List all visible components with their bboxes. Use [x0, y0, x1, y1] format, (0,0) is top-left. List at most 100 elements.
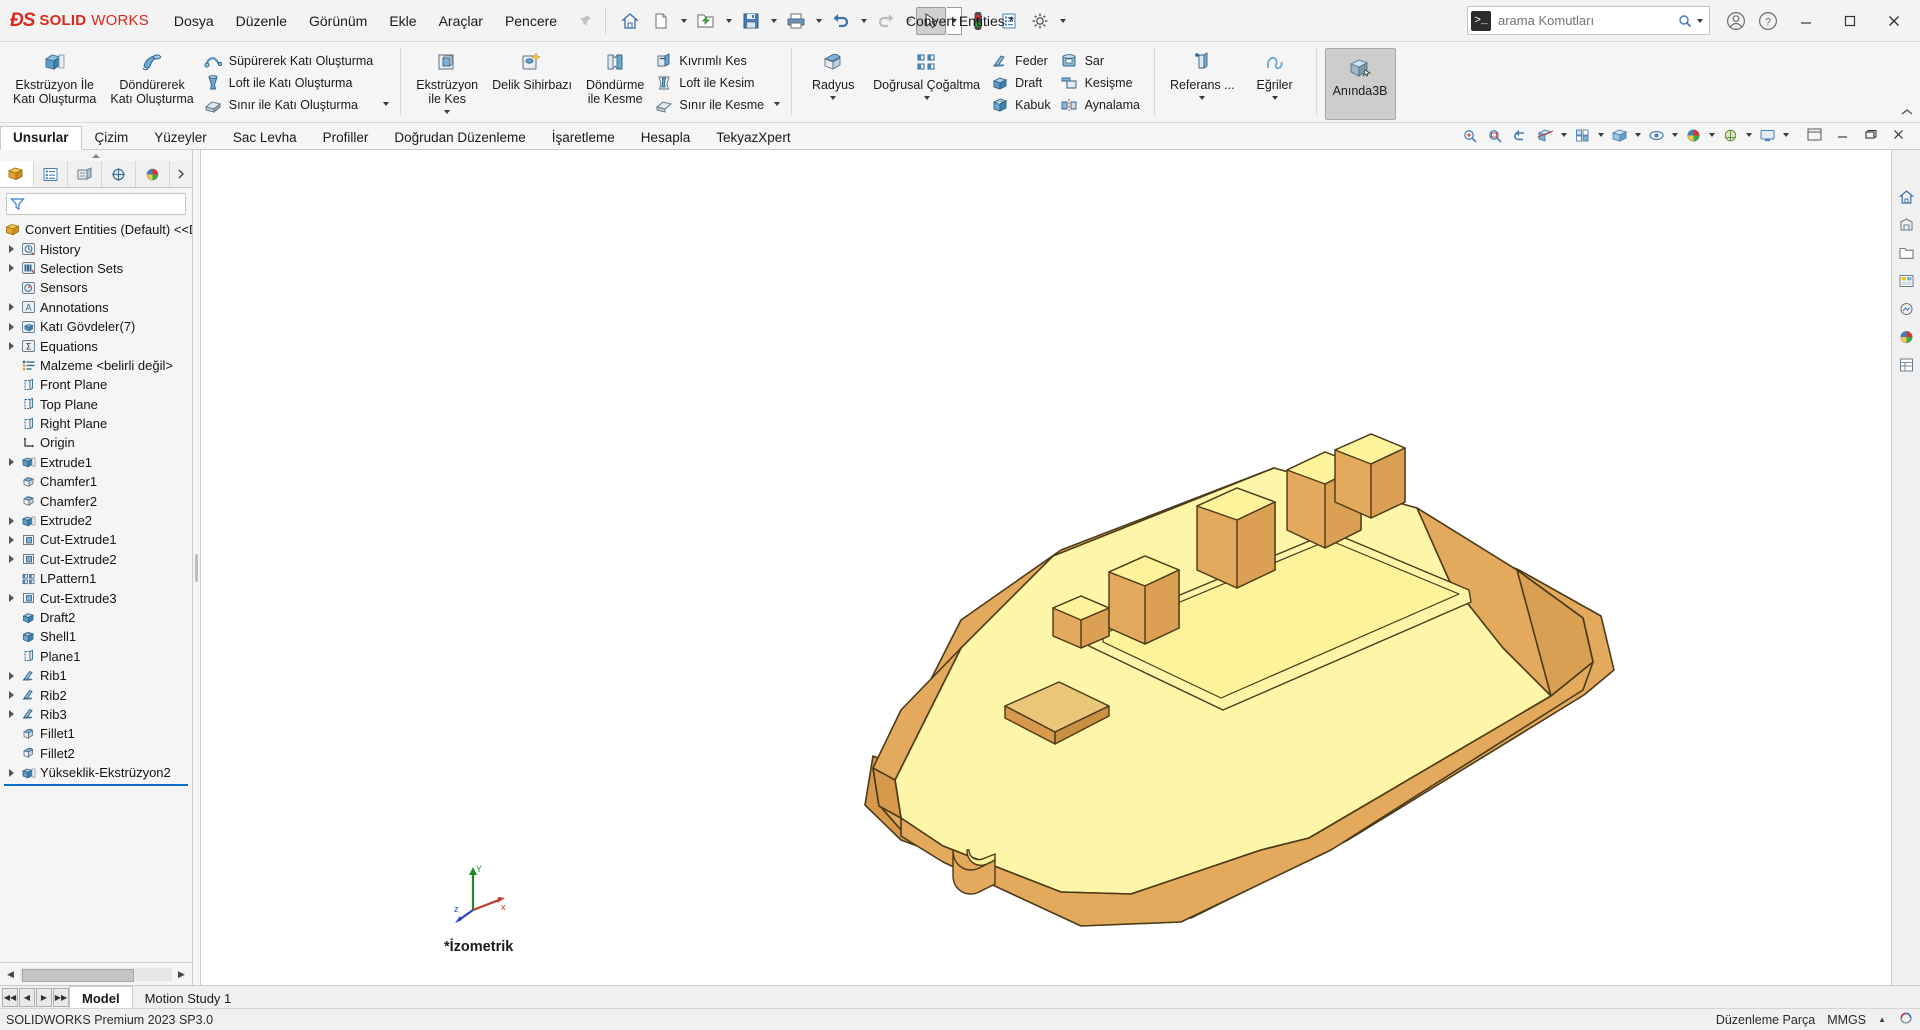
bottom-tab-motion-study[interactable]: Motion Study 1	[133, 986, 244, 1008]
tree-item-cut-extrude3[interactable]: Cut-Extrude3	[2, 588, 192, 607]
revolved-boss-button[interactable]: Döndürerek Katı Oluşturma	[103, 46, 200, 106]
open-folder-chevron-down-icon[interactable]	[722, 7, 735, 35]
feature-tree-filter[interactable]	[6, 193, 186, 215]
expand-arrow-icon[interactable]	[4, 706, 19, 722]
tree-item-history[interactable]: History	[2, 239, 192, 258]
tree-item-plane1[interactable]: Plane1	[2, 647, 192, 666]
new-document-chevron-down-icon[interactable]	[677, 7, 690, 35]
print-chevron-down-icon[interactable]	[812, 7, 825, 35]
minimize-button[interactable]	[1784, 0, 1828, 41]
expand-arrow-icon[interactable]	[4, 319, 19, 335]
tab-hesapla[interactable]: Hesapla	[628, 126, 704, 149]
horizontal-scrollbar[interactable]	[20, 967, 172, 982]
view-appearances-icon[interactable]	[1893, 324, 1919, 350]
ribbon-collapse-chevron-icon[interactable]	[1900, 107, 1914, 120]
options-gear-icon[interactable]	[1025, 7, 1055, 35]
scene-chevron-down-icon[interactable]	[1743, 124, 1754, 146]
expand-arrow-icon[interactable]	[4, 513, 19, 529]
close-button[interactable]	[1872, 0, 1916, 41]
open-folder-icon[interactable]	[691, 7, 721, 35]
view-scene-icon[interactable]	[1893, 212, 1919, 238]
tree-item-cut-extrude1[interactable]: Cut-Extrude1	[2, 530, 192, 549]
scrollbar-thumb[interactable]	[22, 968, 134, 982]
help-icon[interactable]: ?	[1753, 6, 1783, 36]
view-orientation-icon[interactable]	[1570, 124, 1594, 146]
tree-item-extrude2[interactable]: Extrude2	[2, 511, 192, 530]
restore-doc-button[interactable]	[1858, 123, 1882, 145]
tab-cizim[interactable]: Çizim	[82, 126, 142, 149]
display-style-icon[interactable]	[1607, 124, 1631, 146]
expand-arrow-icon[interactable]	[4, 687, 19, 703]
swept-boss-button[interactable]: Süpürerek Katı Oluşturma	[201, 50, 380, 71]
view-folder-icon[interactable]	[1893, 240, 1919, 266]
sync-icon[interactable]	[1898, 1011, 1914, 1028]
tab-isaretleme[interactable]: İşaretleme	[539, 126, 628, 149]
reference-geometry-chevron-down-icon[interactable]	[1199, 93, 1205, 103]
tile-windows-icon[interactable]	[1802, 123, 1826, 145]
boundary-boss-button[interactable]: Sınır ile Katı Oluşturma	[201, 94, 380, 115]
feature-manager-collapse-handle[interactable]	[0, 150, 192, 161]
user-account-icon[interactable]	[1721, 6, 1751, 36]
search-chevron-down-icon[interactable]	[1695, 7, 1706, 35]
tree-item-rib3[interactable]: Rib3	[2, 705, 192, 724]
menu-item-araclar[interactable]: Araçlar	[428, 8, 494, 34]
revolved-cut-button[interactable]: Döndürme ile Kesme	[579, 46, 651, 106]
tab-sac-levha[interactable]: Sac Levha	[220, 126, 310, 149]
curves-button[interactable]: Eğriler	[1242, 46, 1308, 92]
expand-arrow-icon[interactable]	[4, 260, 19, 276]
tree-item-rib1[interactable]: Rib1	[2, 666, 192, 685]
display-manager-tab[interactable]	[136, 161, 170, 187]
extruded-boss-button[interactable]: Ekstrüzyon İle Katı Oluşturma	[6, 46, 103, 106]
tree-item-solid-bodies[interactable]: Katı Gövdeler(7)	[2, 317, 192, 336]
menu-item-dosya[interactable]: Dosya	[163, 8, 225, 34]
expand-arrow-icon[interactable]	[4, 454, 19, 470]
zoom-to-area-icon[interactable]	[1483, 124, 1507, 146]
rib-button[interactable]: Feder	[987, 50, 1056, 71]
view-palette-icon[interactable]	[1893, 268, 1919, 294]
menu-item-ekle[interactable]: Ekle	[378, 8, 427, 34]
view-home-icon[interactable]	[1893, 184, 1919, 210]
tree-item-rib2[interactable]: Rib2	[2, 685, 192, 704]
3d-model-viewport[interactable]	[201, 150, 1891, 985]
section-view-chevron-down-icon[interactable]	[1558, 124, 1569, 146]
expand-arrow-icon[interactable]	[4, 590, 19, 606]
save-chevron-down-icon[interactable]	[767, 7, 780, 35]
menu-item-gorunum[interactable]: Görünüm	[298, 8, 378, 34]
expand-arrow-icon[interactable]	[4, 241, 19, 257]
tree-item-extrude1[interactable]: Extrude1	[2, 453, 192, 472]
menu-item-duzenle[interactable]: Düzenle	[225, 8, 298, 34]
property-manager-tab[interactable]	[34, 161, 68, 187]
save-icon[interactable]	[736, 7, 766, 35]
tree-item-material[interactable]: Malzeme <belirli değil>	[2, 356, 192, 375]
panel-splitter[interactable]	[193, 150, 201, 985]
new-document-icon[interactable]	[646, 7, 676, 35]
minimize-doc-button[interactable]	[1830, 123, 1854, 145]
tree-item-annotations[interactable]: A Annotations	[2, 298, 192, 317]
tree-item-top-plane[interactable]: Top Plane	[2, 395, 192, 414]
shell-button[interactable]: Kabuk	[987, 94, 1056, 115]
maximize-button[interactable]	[1828, 0, 1872, 41]
tree-item-cut-extrude2[interactable]: Cut-Extrude2	[2, 550, 192, 569]
tree-root-item[interactable]: Convert Entities (Default) <<D	[2, 220, 192, 239]
graphics-area[interactable]: Y x z *İzometrik	[201, 150, 1891, 985]
boundary-cut-button[interactable]: Sınır ile Kesme	[651, 94, 770, 115]
tree-item-lpattern1[interactable]: LPattern1	[2, 569, 192, 588]
tab-dogrudan-duzenleme[interactable]: Doğrudan Düzenleme	[381, 126, 538, 149]
dimxpert-manager-tab[interactable]	[102, 161, 136, 187]
hole-wizard-button[interactable]: Delik Sihirbazı	[485, 46, 579, 92]
print-icon[interactable]	[781, 7, 811, 35]
previous-view-icon[interactable]	[1508, 124, 1532, 146]
select-cursor-icon[interactable]	[916, 6, 947, 35]
tree-item-yukseklik-ekstruzyon2[interactable]: Yükseklik-Ekstrüzyon2	[2, 763, 192, 782]
tab-profiller[interactable]: Profiller	[310, 126, 382, 149]
tree-item-chamfer1[interactable]: Chamfer1	[2, 472, 192, 491]
scroll-left-button[interactable]: ◀	[4, 967, 17, 982]
tab-tekyazxpert[interactable]: TekyazXpert	[703, 126, 803, 149]
swept-cut-button[interactable]: Kıvrımlı Kes	[651, 50, 770, 71]
first-tab-button[interactable]: ◀◀	[2, 987, 18, 1007]
tab-unsurlar[interactable]: Unsurlar	[0, 126, 82, 150]
tree-item-equations[interactable]: Σ Equations	[2, 336, 192, 355]
cut-group-chevron-down-icon[interactable]	[770, 90, 783, 118]
scene-icon[interactable]	[1718, 124, 1742, 146]
tab-yuzeyler[interactable]: Yüzeyler	[141, 126, 220, 149]
